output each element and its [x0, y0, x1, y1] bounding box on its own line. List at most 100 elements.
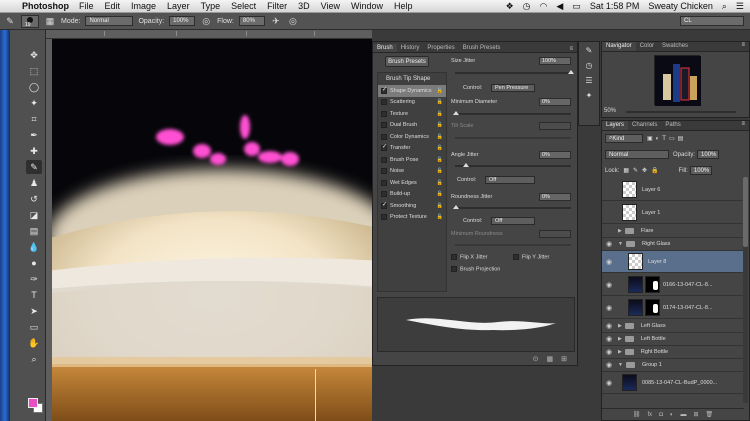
- flip-y-checkbox[interactable]: Flip Y Jitter: [513, 254, 549, 260]
- new-group-icon[interactable]: ▬: [680, 412, 686, 418]
- brush-panel-toggle-icon[interactable]: ▦: [44, 15, 56, 27]
- control-select-2[interactable]: Off: [485, 176, 535, 184]
- size-jitter-knob[interactable]: [568, 70, 574, 74]
- zoom-slider[interactable]: [626, 111, 736, 113]
- clone-stamp-tool-icon[interactable]: ♟: [26, 176, 42, 190]
- brush-panel-icon[interactable]: ✎: [586, 46, 593, 55]
- menu-window[interactable]: Window: [351, 1, 383, 11]
- roundness-jitter-knob[interactable]: [453, 205, 459, 209]
- workspace-select[interactable]: CL: [680, 16, 744, 26]
- expand-triangle-icon[interactable]: ▼: [618, 362, 623, 368]
- tab-brush-presets[interactable]: Brush Presets: [459, 44, 505, 52]
- crop-tool-icon[interactable]: ⌗: [26, 112, 42, 126]
- brush-setting-checkbox[interactable]: [381, 133, 387, 140]
- tilt-scale-slider[interactable]: [455, 137, 571, 139]
- tilt-scale-field[interactable]: [539, 122, 571, 130]
- marquee-tool-icon[interactable]: ⬚: [26, 64, 42, 78]
- roundness-jitter-slider[interactable]: [453, 205, 571, 209]
- layer-group-row[interactable]: ◉ ▼ Right Glass: [602, 238, 744, 251]
- layer-row[interactable]: ◉ 0166-13-047-CL-8...: [602, 274, 744, 296]
- layer-thumbnail[interactable]: [628, 299, 643, 316]
- pressure-size-icon[interactable]: ◎: [287, 15, 299, 27]
- brush-setting-item[interactable]: Smoothing 🔓: [378, 200, 446, 212]
- layer-thumbnail[interactable]: [622, 204, 637, 221]
- move-tool-icon[interactable]: ✥: [26, 48, 42, 62]
- tab-navigator[interactable]: Navigator: [602, 42, 636, 51]
- pressure-opacity-icon[interactable]: ◎: [200, 15, 212, 27]
- blur-tool-icon[interactable]: 💧: [26, 240, 42, 254]
- visibility-eye-icon[interactable]: ◉: [602, 335, 616, 343]
- brush-setting-item[interactable]: Transfer 🔓: [378, 143, 446, 155]
- layer-thumbnail[interactable]: [622, 181, 637, 198]
- spotlight-icon[interactable]: ⌕: [722, 1, 727, 12]
- shape-tool-icon[interactable]: ▭: [26, 320, 42, 334]
- battery-icon[interactable]: ▭: [572, 1, 581, 12]
- lock-icon[interactable]: 🔓: [437, 191, 443, 197]
- layer-row[interactable]: ◉ Layer 8: [602, 251, 744, 273]
- menu-layer[interactable]: Layer: [167, 1, 190, 11]
- dropbox-icon[interactable]: ❖: [506, 1, 514, 12]
- min-diameter-field[interactable]: 0%: [539, 98, 571, 106]
- angle-jitter-knob[interactable]: [463, 163, 469, 167]
- panel-menu-icon[interactable]: ≡: [565, 46, 577, 52]
- opacity-field[interactable]: 100%: [169, 16, 196, 26]
- brush-setting-item[interactable]: Noise 🔓: [378, 166, 446, 178]
- angle-jitter-slider[interactable]: [455, 163, 571, 167]
- layer-row[interactable]: ◉ 0085-13-047-CL-BudP_0000...: [602, 372, 744, 394]
- layer-mask-thumbnail[interactable]: [645, 276, 660, 293]
- brush-setting-checkbox[interactable]: [381, 191, 387, 198]
- presets-panel-icon[interactable]: ✦: [586, 91, 593, 100]
- visibility-eye-icon[interactable]: ◉: [602, 281, 616, 289]
- layer-group-row[interactable]: ◉ ▼ Group 1: [602, 359, 744, 372]
- layers-scrollbar-thumb[interactable]: [743, 177, 748, 247]
- filter-type-icons[interactable]: ▣◐T▭▤: [647, 135, 686, 142]
- angle-jitter-field[interactable]: 0%: [539, 151, 571, 159]
- layer-style-icon[interactable]: fx: [648, 412, 653, 418]
- path-select-tool-icon[interactable]: ➤: [26, 304, 42, 318]
- menu-edit[interactable]: Edit: [105, 1, 121, 11]
- layer-group-row[interactable]: ▶ Flare: [602, 225, 744, 238]
- expand-triangle-icon[interactable]: ▶: [618, 349, 622, 355]
- menu-help[interactable]: Help: [394, 1, 413, 11]
- brush-setting-checkbox[interactable]: [381, 168, 387, 175]
- history-panel-icon[interactable]: ◷: [586, 61, 593, 70]
- brush-tool-icon[interactable]: ✎: [26, 160, 42, 174]
- properties-panel-icon[interactable]: ☰: [585, 76, 592, 85]
- history-brush-tool-icon[interactable]: ↺: [26, 192, 42, 206]
- airbrush-icon[interactable]: ✈: [270, 15, 282, 27]
- size-jitter-slider[interactable]: [455, 70, 574, 74]
- brush-setting-checkbox[interactable]: [381, 86, 387, 94]
- lock-icon[interactable]: 🔓: [437, 157, 443, 163]
- healing-tool-icon[interactable]: ✚: [26, 144, 42, 158]
- tab-paths[interactable]: Paths: [661, 121, 684, 130]
- flow-field[interactable]: 80%: [238, 16, 265, 26]
- clock[interactable]: Sat 1:58 PM: [590, 1, 640, 11]
- tab-channels[interactable]: Channels: [628, 121, 661, 130]
- brush-setting-item[interactable]: Shape Dynamics 🔓: [378, 85, 446, 97]
- roundness-jitter-field[interactable]: 0%: [539, 193, 571, 201]
- lock-icon[interactable]: 🔓: [437, 214, 443, 220]
- tab-brush[interactable]: Brush: [373, 44, 397, 52]
- tab-layers[interactable]: Layers: [602, 121, 629, 130]
- visibility-eye-icon[interactable]: ◉: [602, 304, 616, 312]
- brush-grid-icon[interactable]: ▦: [547, 355, 554, 363]
- lasso-tool-icon[interactable]: ◯: [26, 80, 42, 94]
- visibility-eye-icon[interactable]: ◉: [602, 379, 616, 387]
- app-menu[interactable]: Photoshop: [22, 1, 69, 11]
- menu-image[interactable]: Image: [131, 1, 156, 11]
- link-layers-icon[interactable]: ⛓: [633, 411, 641, 418]
- tab-color[interactable]: Color: [636, 42, 658, 51]
- expand-triangle-icon[interactable]: ▶: [618, 228, 622, 234]
- layer-mask-thumbnail[interactable]: [645, 299, 660, 316]
- size-jitter-field[interactable]: 100%: [539, 57, 571, 65]
- hand-tool-icon[interactable]: ✋: [26, 336, 42, 350]
- min-roundness-slider[interactable]: [455, 244, 571, 246]
- blend-mode-select[interactable]: Normal: [605, 150, 669, 159]
- eraser-tool-icon[interactable]: ◪: [26, 208, 42, 222]
- panel-menu-icon[interactable]: ≡: [737, 121, 749, 130]
- kind-filter-select[interactable]: ⌕ Kind: [605, 134, 643, 143]
- visibility-eye-icon[interactable]: ◉: [602, 361, 616, 369]
- document-canvas[interactable]: | | | |: [46, 30, 372, 421]
- brush-setting-checkbox[interactable]: [381, 143, 387, 152]
- min-roundness-field[interactable]: [539, 230, 571, 238]
